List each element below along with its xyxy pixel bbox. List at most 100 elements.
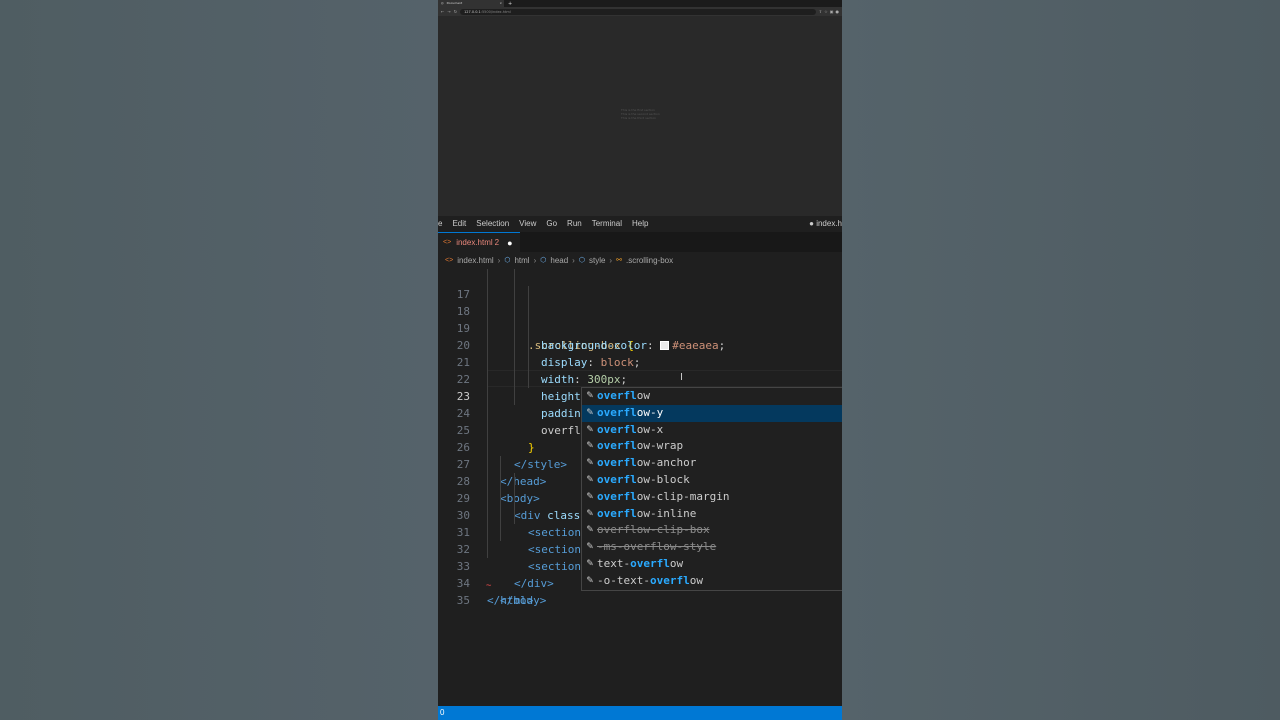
- reload-icon[interactable]: ↻: [454, 9, 457, 14]
- chevron-right-icon: ›: [533, 255, 537, 265]
- suggestion-item[interactable]: ✎ overflow: [582, 388, 842, 405]
- suggestion-rest: ow-wrap: [636, 439, 684, 453]
- breadcrumb: <> index.html › ⬡ html › ⬡ head › ⬡ styl…: [438, 252, 842, 268]
- menu-selection[interactable]: Selection: [471, 219, 514, 228]
- suggestion-label: -ms-overflow-style: [597, 540, 717, 554]
- menu-edit[interactable]: Edit: [447, 219, 471, 228]
- html-file-icon: <>: [443, 239, 452, 246]
- line-number: 35: [456, 594, 470, 607]
- url-input[interactable]: 127.0.0.1:5500/index.html: [460, 8, 816, 15]
- url-path: :5500/index.html: [480, 9, 511, 14]
- html-file-icon: <>: [445, 256, 454, 264]
- wrench-icon: ✎: [586, 542, 594, 553]
- menu-terminal[interactable]: Terminal: [587, 219, 627, 228]
- code-line-current: 23 overfl: [438, 371, 842, 437]
- suggestion-item[interactable]: ✎ -ms-overflow-style: [582, 539, 842, 556]
- indent-guide: [487, 269, 488, 286]
- suggestion-item[interactable]: ✎ overflow-clip-box: [582, 522, 842, 539]
- cube-icon: ⬡: [578, 257, 585, 264]
- scrolling-box-preview[interactable]: This is the first section This is the se…: [621, 108, 665, 121]
- star-icon[interactable]: ☆: [824, 9, 828, 14]
- back-icon[interactable]: ←: [441, 9, 444, 14]
- vscode-menubar: e Edit Selection View Go Run Terminal He…: [438, 216, 842, 230]
- suggestion-item[interactable]: ✎ overflow-inline: [582, 506, 842, 523]
- browser-window: ◎ Document × + ← → ↻ 127.0.0.1:5500/inde…: [438, 0, 842, 216]
- editor-tab-index-html[interactable]: <> index.html 2 ●: [438, 232, 520, 252]
- browser-address-bar: ← → ↻ 127.0.0.1:5500/index.html ⇪ ☆ ▣ ●: [438, 7, 842, 16]
- status-bar: 0: [438, 706, 842, 720]
- preview-line: This is the third section: [621, 116, 657, 120]
- suggestion-prefix: -o-text-: [597, 573, 650, 587]
- breadcrumb-style[interactable]: style: [589, 256, 605, 265]
- globe-icon: ◎: [441, 1, 444, 5]
- editor-tabs: <> index.html 2 ●: [438, 232, 842, 252]
- code-line: 19 display: block;: [438, 303, 842, 369]
- browser-toolbar-icons: ⇪ ☆ ▣ ●: [819, 9, 839, 14]
- status-left[interactable]: 0: [440, 708, 444, 717]
- wrench-icon: ✎: [586, 424, 594, 435]
- menu-go[interactable]: Go: [541, 219, 562, 228]
- suggestion-rest: ow-block: [636, 472, 690, 486]
- suggestion-match: overfl: [597, 472, 637, 486]
- code-line: 22 padding: 1rem;: [438, 354, 842, 420]
- suggestion-item[interactable]: ✎ overflow-y: [582, 404, 842, 422]
- suggestion-item[interactable]: ✎ overflow-block: [582, 472, 842, 489]
- suggestion-label: overflow-y: [597, 405, 663, 422]
- wrench-icon: ✎: [586, 491, 594, 502]
- suggestion-item[interactable]: ✎ text-overflow: [582, 556, 842, 573]
- wrench-icon: ✎: [586, 458, 594, 469]
- wrench-icon: ✎: [586, 441, 594, 452]
- wrench-icon: ✎: [586, 474, 594, 485]
- forward-icon[interactable]: →: [447, 9, 450, 14]
- suggestion-label: overflow-x: [597, 422, 663, 439]
- menu-help[interactable]: Help: [627, 219, 653, 228]
- suggestion-item[interactable]: ✎ overflow-x: [582, 422, 842, 439]
- symbol-icon: ⚯: [616, 257, 622, 264]
- code-editor[interactable]: 17 .scrolling-box { 18 background-color:…: [438, 268, 842, 706]
- window-title: ● index.h: [809, 218, 842, 228]
- profile-icon[interactable]: ●: [836, 9, 840, 14]
- cube-icon: ⬡: [504, 257, 511, 264]
- new-tab-button[interactable]: +: [508, 1, 512, 7]
- menu-view[interactable]: View: [514, 219, 541, 228]
- suggestion-item[interactable]: ✎ -o-text-overflow: [582, 573, 842, 590]
- unsaved-dot-icon[interactable]: ●: [507, 238, 512, 248]
- suggestion-rest: ow: [669, 556, 684, 570]
- suggestion-item[interactable]: ✎ overflow-wrap: [582, 438, 842, 455]
- suggestion-label: overflow-wrap: [597, 438, 683, 455]
- suggestion-label: overflow-clip-box: [597, 523, 710, 537]
- autocomplete-suggest-widget: ✎ overflow ✎ overflow-y ✎ overflow-x ✎ overflow…: [581, 387, 842, 591]
- suggestion-item[interactable]: ✎ overflow-anchor: [582, 455, 842, 472]
- browser-viewport: This is the first section This is the se…: [438, 16, 842, 216]
- suggestion-rest: ow-anchor: [636, 456, 697, 470]
- indent-guide: [514, 269, 515, 286]
- suggestion-label: overflow: [597, 388, 650, 405]
- video-frame: ◎ Document × + ← → ↻ 127.0.0.1:5500/inde…: [438, 0, 842, 720]
- error-squiggle: ~: [486, 581, 492, 591]
- extensions-icon[interactable]: ▣: [830, 9, 834, 14]
- suggestion-rest: ow-clip-margin: [636, 489, 730, 503]
- html-tag: </html>: [487, 594, 534, 607]
- code-line: 17 .scrolling-box {: [438, 269, 842, 352]
- code-line: 20 width: 300px;: [438, 320, 842, 386]
- browser-tab[interactable]: ◎ Document ×: [438, 0, 504, 7]
- share-icon[interactable]: ⇪: [819, 9, 822, 14]
- breadcrumb-html[interactable]: html: [514, 256, 529, 265]
- breadcrumb-selector[interactable]: .scrolling-box: [626, 256, 673, 265]
- code-line: 21 height: 400px;: [438, 337, 842, 403]
- browser-tab-title: Document: [446, 1, 463, 5]
- suggestion-rest: ow-y: [636, 405, 664, 419]
- menu-file[interactable]: e: [438, 219, 447, 228]
- suggestion-rest: ow-inline: [636, 506, 697, 520]
- menu-run[interactable]: Run: [562, 219, 587, 228]
- suggestion-prefix: text-: [597, 556, 631, 570]
- breadcrumb-file[interactable]: index.html: [457, 256, 493, 265]
- suggestion-rest: ow-x: [636, 422, 664, 436]
- wrench-icon: ✎: [586, 575, 594, 586]
- chevron-right-icon: ›: [572, 255, 575, 265]
- close-icon[interactable]: ×: [499, 0, 502, 7]
- breadcrumb-head[interactable]: head: [550, 256, 568, 265]
- url-host: 127.0.0.1: [464, 9, 481, 14]
- suggestion-item[interactable]: ✎ overflow-clip-margin: [582, 489, 842, 506]
- suggestion-label: overflow-inline: [597, 506, 696, 523]
